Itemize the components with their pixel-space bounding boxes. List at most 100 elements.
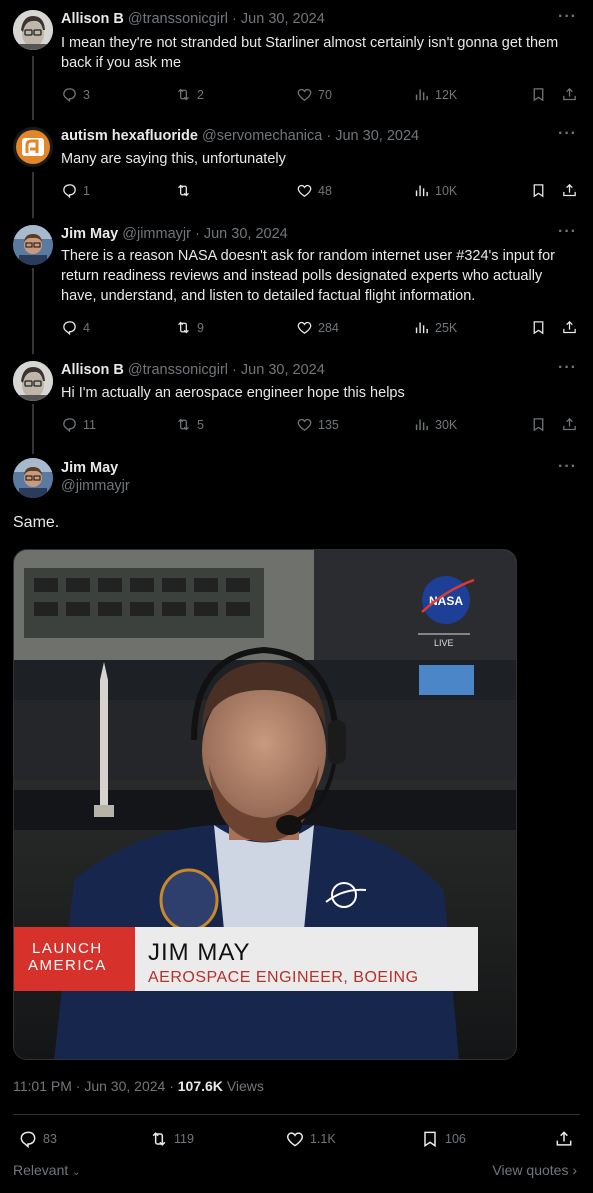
repost-button[interactable]: 5: [175, 416, 204, 433]
reply-count: 3: [83, 87, 90, 102]
tweet-media-video[interactable]: NASA LIVE LAUNCH AMERICA JIM MAY AEROSPA…: [13, 549, 517, 1060]
more-options-icon[interactable]: ···: [558, 359, 577, 377]
more-options-icon[interactable]: ···: [558, 458, 577, 476]
sort-label: Relevant: [13, 1162, 69, 1178]
tweet-header: Allison B @transsonicgirl · Jun 30, 2024: [61, 11, 325, 27]
share-icon: [563, 183, 576, 197]
user-handle[interactable]: @jimmayjr: [61, 478, 130, 494]
repost-icon: [152, 1132, 166, 1146]
divider: [13, 1114, 580, 1115]
user-handle[interactable]: @servomechanica: [202, 128, 322, 144]
lower-third-title: AEROSPACE ENGINEER, BOEING: [148, 969, 419, 986]
like-button[interactable]: 48: [296, 182, 332, 199]
view-count: 12K: [435, 87, 458, 102]
share-button[interactable]: [561, 319, 578, 336]
bookmark-icon: [424, 1131, 436, 1148]
analytics-icon: [415, 89, 428, 101]
display-name[interactable]: autism hexafluoride: [61, 128, 198, 144]
share-icon: [563, 87, 576, 101]
share-button[interactable]: [561, 182, 578, 199]
like-count: 284: [318, 320, 339, 335]
display-name[interactable]: Allison B: [61, 11, 124, 27]
reply-icon: [20, 1131, 36, 1149]
reply-button[interactable]: 1: [61, 182, 90, 199]
repost-button[interactable]: 2: [175, 86, 204, 103]
thread-line: [32, 404, 34, 454]
analytics-icon: [415, 419, 428, 431]
separator-dot: ·: [232, 11, 237, 27]
bookmark-button[interactable]: [530, 319, 547, 336]
tweet-date[interactable]: Jun 30, 2024: [204, 226, 288, 242]
repost-count: 119: [174, 1132, 194, 1146]
avatar[interactable]: [13, 225, 53, 265]
views-count: 107.6K: [177, 1078, 223, 1094]
view-quotes-label: View quotes: [492, 1162, 569, 1178]
views-button[interactable]: 10K: [413, 182, 457, 199]
like-button[interactable]: 135: [296, 416, 339, 433]
view-count: 10K: [435, 183, 458, 198]
avatar[interactable]: [13, 361, 53, 401]
reply-count: 11: [83, 417, 96, 432]
more-options-icon[interactable]: ···: [558, 223, 577, 241]
sort-replies-dropdown[interactable]: Relevant ⌄: [13, 1162, 81, 1178]
reply-count: 1: [83, 183, 90, 198]
like-button[interactable]: 1.1K: [285, 1129, 336, 1149]
view-quotes-link[interactable]: View quotes ›: [492, 1162, 577, 1178]
like-button[interactable]: 284: [296, 319, 339, 336]
like-count: 1.1K: [310, 1132, 336, 1146]
main-tweet-header: Jim May @jimmayjr: [61, 460, 130, 494]
user-handle[interactable]: @jimmayjr: [122, 226, 191, 242]
main-tweet-actions: 83 119 1.1K 106: [18, 1129, 578, 1149]
separator-dot: ·: [75, 1078, 81, 1094]
bookmark-button[interactable]: 106: [420, 1129, 466, 1149]
repost-button[interactable]: 9: [175, 319, 204, 336]
reply-button[interactable]: 4: [61, 319, 90, 336]
lower-third-left-line2: AMERICA: [28, 957, 107, 974]
user-handle[interactable]: @transsonicgirl: [128, 362, 228, 378]
share-icon: [563, 320, 576, 334]
more-options-icon[interactable]: ···: [558, 125, 577, 143]
display-name[interactable]: Allison B: [61, 362, 124, 378]
avatar[interactable]: [13, 127, 53, 167]
repost-icon: [178, 184, 189, 197]
bookmark-count: 106: [445, 1132, 466, 1146]
bookmark-button[interactable]: [530, 182, 547, 199]
tweet-full-date[interactable]: Jun 30, 2024: [84, 1078, 165, 1094]
share-button[interactable]: [561, 416, 578, 433]
repost-button[interactable]: [175, 182, 197, 199]
display-name[interactable]: Jim May: [61, 460, 130, 476]
views-label: Views: [226, 1078, 264, 1094]
tweet-text: There is a reason NASA doesn't ask for r…: [61, 248, 555, 304]
share-button[interactable]: [554, 1129, 574, 1149]
bookmark-button[interactable]: [530, 86, 547, 103]
view-count: 30K: [435, 417, 458, 432]
more-options-icon[interactable]: ···: [558, 8, 577, 26]
views-button[interactable]: 12K: [413, 86, 457, 103]
views-button[interactable]: 30K: [413, 416, 457, 433]
repost-button[interactable]: 119: [149, 1129, 194, 1149]
reply-icon: [63, 418, 76, 433]
reply-icon: [63, 88, 76, 103]
heart-icon: [297, 88, 312, 101]
reply-button[interactable]: 11: [61, 416, 96, 433]
views-button[interactable]: 25K: [413, 319, 457, 336]
like-count: 70: [318, 87, 332, 102]
user-handle[interactable]: @transsonicgirl: [128, 11, 228, 27]
tweet-time[interactable]: 11:01 PM: [13, 1078, 72, 1094]
share-button[interactable]: [561, 86, 578, 103]
tweet-date[interactable]: Jun 30, 2024: [241, 11, 325, 27]
heart-icon: [286, 1132, 304, 1147]
separator-dot: ·: [194, 226, 200, 242]
bookmark-icon: [533, 418, 544, 432]
like-button[interactable]: 70: [296, 86, 332, 103]
repost-icon: [178, 321, 189, 334]
reply-count: 83: [43, 1132, 57, 1146]
reply-button[interactable]: 3: [61, 86, 90, 103]
bookmark-button[interactable]: [530, 416, 547, 433]
display-name[interactable]: Jim May: [61, 226, 118, 242]
avatar[interactable]: [13, 10, 53, 50]
avatar[interactable]: [13, 458, 53, 498]
reply-button[interactable]: 83: [18, 1129, 57, 1149]
tweet-date[interactable]: Jun 30, 2024: [241, 362, 325, 378]
tweet-date[interactable]: Jun 30, 2024: [335, 128, 419, 144]
